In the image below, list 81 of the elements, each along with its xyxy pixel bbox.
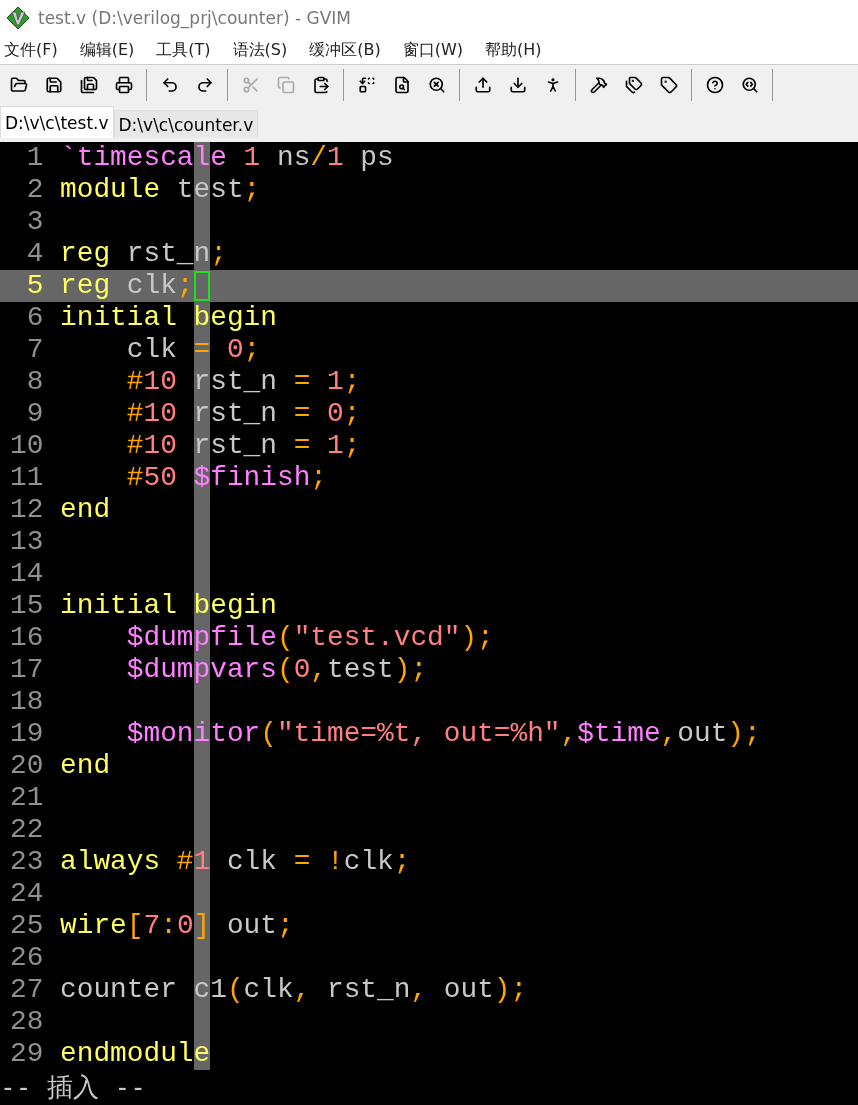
line-number: 29 (10, 1038, 44, 1070)
line-number: 10 (10, 430, 44, 462)
copy-icon (276, 76, 295, 95)
line-number: 28 (10, 1006, 44, 1038)
line-number: 13 (10, 526, 44, 558)
line-number: 22 (10, 814, 44, 846)
line-number: 1 (25, 142, 44, 174)
line-number: 7 (25, 334, 44, 366)
line-number: 15 (10, 590, 44, 622)
line-number: 2 (25, 174, 44, 206)
window-title: test.v (D:\verilog_prj\counter) - GVIM (38, 8, 352, 29)
line-number: 24 (10, 878, 44, 910)
code-line: clk = 0; (125, 334, 261, 366)
tags-icon (624, 76, 643, 95)
code-line: $monitor("time=%t, out=%h",$time,out); (125, 718, 761, 750)
code-line: always #1 clk = !clk; (60, 846, 411, 878)
code-line: endmodule (60, 1038, 211, 1070)
line-number: 12 (10, 494, 44, 526)
line-number: 11 (10, 462, 44, 494)
line-number: 9 (25, 398, 44, 430)
line-number: 4 (25, 238, 44, 270)
tab[interactable]: D:\v\c\counter.v (113, 110, 259, 138)
line-number: 20 (10, 750, 44, 782)
scissors-icon (241, 76, 260, 95)
redo-icon (195, 76, 214, 95)
app-logo-icon (6, 6, 30, 31)
line-number: 8 (25, 366, 44, 398)
save-icon (44, 76, 63, 95)
paste-icon (311, 76, 330, 95)
code-line: end (60, 494, 111, 526)
text-cursor (193, 271, 211, 301)
menu-item[interactable]: 语法(S) (228, 39, 300, 61)
code-line: initial begin (60, 302, 277, 334)
line-number: 26 (10, 942, 44, 974)
menu-item[interactable]: 编辑(E) (75, 39, 147, 61)
code-line: reg clk; (60, 270, 194, 302)
line-number: 14 (10, 558, 44, 590)
code-line: initial begin (60, 590, 277, 622)
line-number: 3 (25, 206, 44, 238)
hammer-icon (589, 76, 608, 95)
line-number: 16 (10, 622, 44, 654)
line-number: 5 (25, 270, 44, 302)
code-line: #10 rst_n = 1; (125, 430, 361, 462)
tag-icon (659, 76, 678, 95)
code-line: #10 rst_n = 0; (125, 398, 361, 430)
code-line: end (60, 750, 111, 782)
code-line: module test; (60, 174, 261, 206)
code-line: #50 $finish; (125, 462, 327, 494)
line-number: 27 (10, 974, 44, 1006)
code-line: $dumpvars(0,test); (125, 654, 428, 686)
menu-item[interactable]: 缓冲区(B) (305, 39, 393, 61)
code-line: #10 rst_n = 1; (125, 366, 361, 398)
help-icon (705, 76, 724, 95)
code-line: `timescale 1 ns/1 ps (60, 142, 394, 174)
search-icon (427, 76, 446, 95)
menu-item[interactable]: 文件(F) (0, 39, 70, 61)
download-icon (508, 76, 527, 95)
code-line: reg rst_n; (60, 238, 227, 270)
folder-icon (9, 76, 28, 95)
file-search-icon (392, 76, 411, 95)
code-line: $dumpfile("test.vcd"); (125, 622, 494, 654)
search-icon (740, 76, 759, 95)
upload-icon (473, 76, 492, 95)
line-number: 18 (10, 686, 44, 718)
code-line: wire[7:0] out; (60, 910, 294, 942)
line-number: 6 (25, 302, 44, 334)
menu-item[interactable]: 窗口(W) (398, 39, 475, 61)
menu-item[interactable]: 工具(T) (152, 39, 223, 61)
line-number: 17 (10, 654, 44, 686)
code-line: counter c1(clk, rst_n, out); (60, 974, 528, 1006)
mode-indicator: -- 插入 -- (0, 1071, 146, 1104)
printer-icon (114, 76, 133, 95)
replace-icon (357, 76, 376, 95)
line-number: 21 (10, 782, 44, 814)
save-all-icon (79, 76, 98, 95)
line-number: 25 (10, 910, 44, 942)
line-number: 19 (10, 718, 44, 750)
line-number: 23 (10, 846, 44, 878)
tab[interactable]: D:\v\c\test.v (0, 106, 114, 138)
menu-item[interactable]: 帮助(H) (480, 39, 554, 61)
undo-icon (160, 76, 179, 95)
